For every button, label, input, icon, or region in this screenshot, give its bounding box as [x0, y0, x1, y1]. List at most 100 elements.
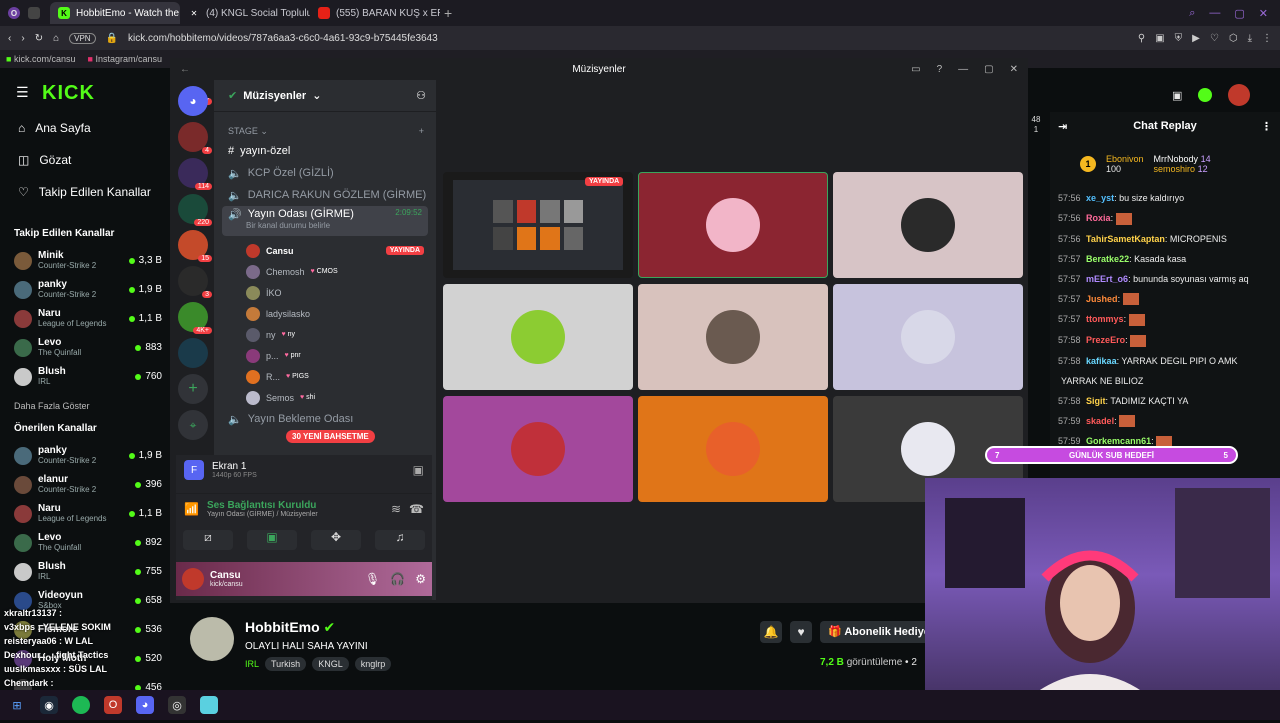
voice-user[interactable]: ny ♥ ny	[214, 324, 436, 345]
screen-share-tile[interactable]	[443, 172, 633, 278]
chat-username[interactable]: Jushed	[1086, 294, 1118, 304]
activities-button[interactable]: ✥	[311, 530, 361, 550]
video-tile[interactable]	[833, 284, 1023, 390]
extensions-icon[interactable]: ⬡	[1229, 33, 1238, 44]
bell-icon[interactable]: 🔔	[760, 621, 782, 643]
pin-icon[interactable]: ⚲	[1138, 33, 1145, 44]
shield-icon[interactable]: ⛨	[1175, 33, 1183, 44]
more-icon[interactable]: ⋮	[1261, 120, 1272, 133]
minimize-icon[interactable]: —	[958, 64, 968, 75]
folder-icon[interactable]	[200, 696, 218, 714]
headphones-icon[interactable]: 🎧	[390, 572, 405, 586]
noise-icon[interactable]: ≋	[391, 502, 401, 516]
close-icon[interactable]: ✕	[1010, 64, 1018, 75]
voice-user[interactable]: İKO	[214, 282, 436, 303]
voice-user[interactable]: ladysilasko	[214, 303, 436, 324]
inbox-icon[interactable]: ▭	[911, 64, 920, 75]
tag[interactable]: Turkish	[265, 657, 307, 671]
kick-icon[interactable]	[1198, 88, 1213, 102]
chat-username[interactable]: kafikaa	[1086, 356, 1117, 366]
forward-icon[interactable]: ›	[21, 33, 24, 44]
chat-username[interactable]: TahirSametKaptan	[1086, 234, 1165, 244]
channel-voice[interactable]: 🔈 KCP Özel (GİZLİ)	[214, 162, 436, 184]
channel-item[interactable]: panky Counter-Strike 2 1,9 B	[0, 441, 170, 470]
tab-hobbitemo[interactable]: KHobbitEmo - Watch the VO	[50, 2, 180, 24]
discord-home-icon[interactable]: ◕	[178, 86, 208, 116]
chat-username[interactable]: mEErt_o6	[1086, 274, 1128, 284]
video-tile[interactable]	[638, 396, 828, 502]
collapse-icon[interactable]: ⇥	[1058, 120, 1067, 133]
bookmark-kick[interactable]: ■ kick.com/cansu	[6, 54, 75, 64]
tab-youtube[interactable]: (555) BARAN KUŞ x ERAY	[310, 2, 440, 24]
tab-kngl[interactable]: ✕ (4) KNGL Social Topluluk	[180, 2, 310, 24]
reload-icon[interactable]: ↻	[35, 33, 43, 44]
channel-active[interactable]: 🔊 Yayın Odası (GİRME) 2:09:52 Bir kanal du…	[222, 206, 428, 236]
show-more-link[interactable]: Daha Fazla Göster	[0, 391, 170, 417]
back-icon[interactable]: ‹	[8, 33, 11, 44]
play-icon[interactable]: ▶	[1192, 33, 1200, 44]
channel-voice[interactable]: 🔈 DARICA RAKUN GÖZLEM (GİRME)	[214, 184, 436, 206]
home-icon[interactable]: ⌂	[53, 33, 59, 44]
opera-icon[interactable]: O	[104, 696, 122, 714]
tag[interactable]: KNGL	[312, 657, 349, 671]
channel-item[interactable]: Naru League of Legends 1,1 B	[0, 499, 170, 528]
channel-item[interactable]: Levo The Quinfall 883	[0, 333, 170, 362]
kick-logo[interactable]: KICK	[42, 82, 95, 105]
channel-item[interactable]: Minik Counter-Strike 2 3,3 B	[0, 246, 170, 275]
voice-user[interactable]: Cansu YAYINDA	[214, 240, 436, 261]
follow-heart-icon[interactable]: ♥	[790, 621, 812, 643]
url-field[interactable]: kick.com/hobbitemo/videos/787a6aa3-c6c0-…	[128, 33, 1128, 44]
voice-user[interactable]: Semos ♥ shi	[214, 387, 436, 408]
server-icon[interactable]: 4	[178, 122, 212, 154]
camera-off-button[interactable]: ⧄	[183, 530, 233, 550]
stop-share-icon[interactable]: ▣	[413, 463, 424, 477]
explore-icon[interactable]: ⌖	[178, 410, 208, 440]
avatar[interactable]	[190, 617, 234, 661]
sidebar-toggle-icon[interactable]	[28, 7, 40, 19]
channel-item[interactable]: Blush IRL 755	[0, 557, 170, 586]
nav-following[interactable]: ♡ Takip Edilen Kanallar	[0, 176, 170, 208]
share-screen-button[interactable]: ▣	[247, 530, 297, 550]
channel-status[interactable]: Bir kanal durumu belirle	[228, 221, 422, 230]
server-icon[interactable]: 15	[178, 230, 212, 262]
gift-subscribe-button[interactable]: 🎁 Abonelik Hediye	[820, 621, 938, 643]
nav-home[interactable]: ⌂ Ana Sayfa	[0, 112, 170, 144]
obs-icon[interactable]: ◎	[168, 696, 186, 714]
menu-icon[interactable]: ⋮	[1262, 33, 1272, 44]
new-mentions-badge[interactable]: 30 YENİ BAHSETME	[286, 430, 375, 443]
chat-username[interactable]: ttommys	[1086, 314, 1124, 324]
chat-username[interactable]: PrezeEro	[1086, 335, 1125, 345]
streamer-name[interactable]: HobbitEmo ✔	[245, 619, 335, 636]
browser-logo-icon[interactable]: O	[8, 7, 20, 19]
windows-icon[interactable]: ⊞	[8, 696, 26, 714]
heart-icon[interactable]: ♡	[1210, 33, 1219, 44]
category-link[interactable]: IRL	[245, 659, 259, 669]
channel-item[interactable]: elanur Counter-Strike 2 396	[0, 470, 170, 499]
chat-username[interactable]: skadel	[1086, 416, 1114, 426]
search-icon[interactable]: ⌕	[1189, 7, 1195, 20]
chat-username[interactable]: Gorkemcann61	[1086, 436, 1151, 446]
video-tile[interactable]	[638, 284, 828, 390]
gear-icon[interactable]: ⚙	[415, 572, 426, 586]
server-icon[interactable]: 3	[178, 266, 212, 298]
video-tile[interactable]	[443, 284, 633, 390]
server-icon[interactable]	[178, 338, 208, 368]
video-tile[interactable]	[833, 172, 1023, 278]
minimize-icon[interactable]: —	[1209, 7, 1220, 20]
maximize-icon[interactable]: ▢	[1234, 7, 1244, 20]
download-icon[interactable]: ⤓	[1248, 33, 1252, 44]
voice-user[interactable]: p... ♥ pnr	[214, 345, 436, 366]
channel-text[interactable]: # yayın-özel	[214, 140, 436, 162]
close-icon[interactable]: ✕	[1259, 7, 1268, 20]
category-stage[interactable]: STAGE ⌄ +	[214, 122, 436, 140]
maximize-icon[interactable]: ▢	[984, 64, 993, 75]
avatar[interactable]	[1228, 84, 1251, 106]
tag[interactable]: knglrp	[354, 657, 392, 671]
help-icon[interactable]: ?	[937, 64, 943, 75]
chat-username[interactable]: Sigit	[1086, 396, 1106, 406]
bookmark-instagram[interactable]: ■ Instagram/cansu	[87, 54, 162, 64]
spotify-icon[interactable]	[72, 696, 90, 714]
channel-item[interactable]: Naru League of Legends 1,1 B	[0, 304, 170, 333]
video-tile[interactable]	[638, 172, 828, 278]
voice-channel-path[interactable]: Yayın Odası (GİRME) / Müzisyenler	[207, 511, 318, 518]
